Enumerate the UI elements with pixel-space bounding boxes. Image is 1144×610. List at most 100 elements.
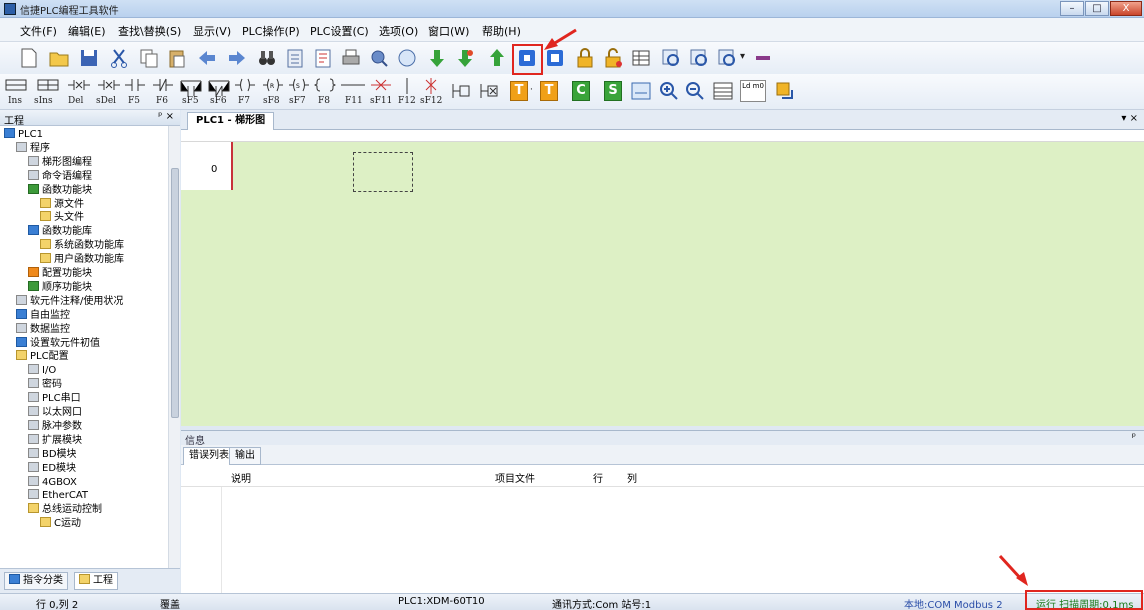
upload-arrow-icon[interactable] [486,47,508,69]
menu-plc-operation[interactable]: PLC操作(P) [242,23,300,39]
tree-item[interactable]: 命令语编程 [28,169,92,183]
ladder-editor[interactable]: 0 [181,130,1144,426]
tree-item[interactable]: 4GBOX [28,475,77,489]
close-button[interactable]: X [1110,1,1142,16]
monitor-zoom-icon[interactable] [688,47,710,69]
tab-error-list[interactable]: 错误列表 [183,447,235,465]
tree-item[interactable]: 数据监控 [16,322,70,336]
tab-list-dropdown[interactable]: ▾ × [1121,113,1138,124]
delete-horizontal-line-icon[interactable] [370,76,392,98]
print-icon[interactable] [340,47,362,69]
tree-item[interactable]: 总线运动控制 [28,503,102,516]
tree-item[interactable]: 用户函数功能库 [40,253,124,266]
col-row[interactable]: 行 [593,470,603,485]
tab-project[interactable]: 工程 [74,572,118,590]
tree-item[interactable]: PLC配置 [16,350,69,363]
parallel-closed-contact-icon[interactable] [208,76,230,98]
normally-open-contact-icon[interactable] [124,76,146,98]
tree-item[interactable]: ED模块 [28,461,76,475]
tab-ladder-diagram[interactable]: PLC1 - 梯形图 [187,112,275,130]
horizontal-line-icon[interactable] [340,76,366,98]
tree-item[interactable]: PLC1 [4,128,43,141]
monitor-icon[interactable] [660,47,682,69]
copy-icon[interactable] [138,47,160,69]
unlock-icon[interactable] [602,47,624,69]
shift-insert-row-icon[interactable] [36,76,62,98]
zoom-out-icon[interactable] [684,80,706,102]
menu-window[interactable]: 窗口(W) [428,23,469,39]
menu-edit[interactable]: 编辑(E) [68,23,106,39]
tree-item[interactable]: 自由监控 [16,308,70,322]
letter-s-button[interactable]: S [604,81,622,101]
cut-icon[interactable] [108,47,130,69]
shift-delete-row-icon[interactable] [96,76,122,98]
paste-icon[interactable] [166,47,188,69]
tab-instruction-category[interactable]: 指令分类 [4,572,68,590]
ladder-cursor[interactable] [353,152,413,192]
info-pin-icon[interactable]: ᵖ [1132,432,1136,443]
upload-download-icon[interactable] [454,47,476,69]
coil-icon[interactable] [234,76,256,98]
menu-options[interactable]: 选项(O) [379,23,418,39]
tab-output[interactable]: 输出 [229,447,261,465]
tree-item[interactable]: 软元件注释/使用状况 [16,294,123,308]
forward-arrow-icon[interactable] [226,47,248,69]
list-document-icon[interactable] [312,47,334,69]
tree-item[interactable]: EtherCAT [28,489,88,502]
tree-item[interactable]: 函数功能库 [28,225,92,238]
delete-vertical-line-icon[interactable] [420,76,442,98]
menu-help[interactable]: 帮助(H) [482,23,521,39]
tree-item[interactable]: 头文件 [40,211,84,224]
letter-t-button[interactable]: T [540,81,558,101]
menu-plc-settings[interactable]: PLC设置(C) [310,23,369,39]
menu-view[interactable]: 显示(V) [193,23,231,39]
panel-pin-close-icon[interactable]: ᵖ × [158,111,174,122]
tree-item[interactable]: BD模块 [28,447,77,461]
document-icon[interactable] [284,47,306,69]
tree-item[interactable]: 扩展模块 [28,433,82,447]
ladder-block-icon[interactable] [450,80,472,102]
set-coil-icon[interactable]: S [288,76,310,98]
maximize-button[interactable]: □ [1085,1,1109,16]
tree-item[interactable]: PLC串口 [28,392,81,405]
tree-item[interactable]: 梯形图编程 [28,155,92,169]
find-binoculars-icon[interactable] [256,47,278,69]
dropdown-arrow-icon[interactable]: · [530,85,533,95]
col-column[interactable]: 列 [627,470,637,485]
instruction-icon[interactable] [314,76,336,98]
tree-item[interactable]: 顺序功能块 [28,280,92,294]
letter-c-button[interactable]: C [572,81,590,101]
ld-m0-button[interactable]: Ld m0 [740,80,766,102]
ladder-delete-block-icon[interactable] [478,80,500,102]
parallel-open-contact-icon[interactable] [180,76,202,98]
letter-i-button[interactable]: T [510,81,528,101]
tree-item[interactable]: 以太网口 [28,406,82,419]
insert-row-icon[interactable] [4,76,30,98]
tree-item[interactable]: 设置软元件初值 [16,336,100,350]
vertical-line-icon[interactable] [396,76,418,98]
comment-table-icon[interactable] [712,80,734,102]
open-folder-icon[interactable] [48,47,70,69]
menu-file[interactable]: 文件(F) [20,23,57,39]
tree-item[interactable]: 密码 [28,378,62,391]
convert-icon[interactable] [774,80,796,102]
monitor-settings-icon[interactable] [716,47,738,69]
download-arrow-icon[interactable] [426,47,448,69]
menu-find-replace[interactable]: 查找\替换(S) [118,23,181,39]
new-file-icon[interactable] [18,47,40,69]
tree-item[interactable]: I/O [28,364,56,377]
tree-item[interactable]: 系统函数功能库 [40,239,124,252]
insert-block-icon[interactable] [630,80,652,102]
save-icon[interactable] [78,47,100,69]
tree-item[interactable]: C运动 [40,517,81,530]
zoom-in-icon[interactable] [658,80,680,102]
tree-item[interactable]: 程序 [16,141,50,155]
minimize-button[interactable]: – [1060,1,1084,16]
print-preview-icon[interactable] [368,47,390,69]
tree-item[interactable]: 配置功能块 [28,267,92,280]
scroll-thumb[interactable] [171,168,179,418]
register-table-icon[interactable] [630,47,652,69]
reset-coil-icon[interactable]: R [262,76,284,98]
delete-row-icon[interactable] [66,76,92,98]
col-project-file[interactable]: 项目文件 [495,470,535,485]
